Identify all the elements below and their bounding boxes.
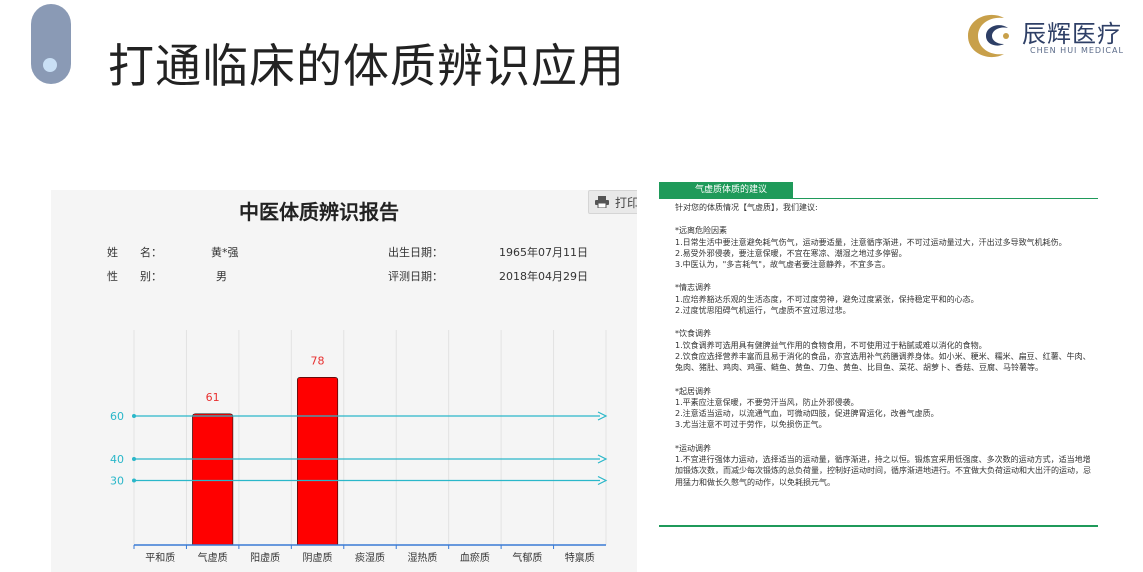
advice-spacer bbox=[675, 213, 1095, 225]
advice-paragraph: 1.平素应注意保暖，不要劳汗当风，防止外邪侵袭。 bbox=[675, 397, 859, 407]
advice-paragraph: 2.注意适当运动，以流通气血，可微动四肢，促进脾胃运化，改善气虚质。 bbox=[675, 409, 939, 419]
constitution-report-panel: 中医体质辨识报告 打印 姓 名： 黄*强 性 别： 男 出生日期： 1965年0… bbox=[51, 190, 637, 572]
advice-paragraph: *运动调养 bbox=[675, 443, 711, 453]
advice-paragraph: 2.易受外邪侵袭，要注意保暖，不宜在寒凉、潮湿之地过多停留。 bbox=[675, 248, 907, 258]
advice-body: 针对您的体质情况【气虚质】，我们建议: *远离危险因素 1.日常生活中要注意避免耗气… bbox=[675, 202, 1095, 488]
chart-reference-label: 40 bbox=[110, 453, 124, 466]
advice-paragraph: *饮食调养 bbox=[675, 329, 711, 339]
chart-reference-dot bbox=[132, 414, 136, 418]
advice-paragraph: *起居调养 bbox=[675, 386, 711, 396]
advice-bottom-bar bbox=[659, 525, 1098, 527]
constitution-bar-chart: 61 78 60 40 30 平和质 气虚质 阳虚质 阴虚质 痰湿质 湿热质 血瘀质 气郁质 特禀质 bbox=[110, 330, 608, 564]
chart-bar bbox=[192, 413, 234, 546]
advice-paragraph: 1.饮食调养可选用具有健脾益气作用的食物食用，不可使用过于粘腻或难以消化的食物。 bbox=[675, 340, 987, 350]
chart-x-tick-label: 气虚质 bbox=[198, 551, 228, 564]
advice-paragraph: *远离危险因素 bbox=[675, 226, 727, 236]
advice-spacer bbox=[675, 374, 1095, 386]
company-logo: 辰辉医疗 CHEN HUI MEDICAL bbox=[960, 8, 1140, 64]
advice-paragraph: 1.应培养豁达乐观的生活态度，不可过度劳神，避免过度紧张，保持稳定平和的心态。 bbox=[675, 294, 979, 304]
advice-spacer bbox=[675, 270, 1095, 282]
chart-bar bbox=[297, 377, 339, 546]
chart-x-tick-label: 平和质 bbox=[145, 552, 175, 564]
advice-paragraph: 1.日常生活中要注意避免耗气伤气，运动要适量，注意循序渐进，不可过运动量过大，汗… bbox=[675, 237, 1067, 247]
advice-tab-underline bbox=[659, 198, 1098, 199]
logo-brand-name: 辰辉医疗 bbox=[1022, 20, 1122, 48]
advice-paragraph: 针对您的体质情况【气虚质】，我们建议: bbox=[675, 203, 818, 212]
advice-paragraph: 1.不宜进行强体力运动，选择适当的运动量，循序渐进，持之以恒。锻炼宜采用低强度、… bbox=[675, 455, 1091, 487]
chart-x-tick-label: 特禀质 bbox=[565, 551, 595, 564]
advice-paragraph: *情志调养 bbox=[675, 283, 711, 293]
chart-x-tick-label: 阴虚质 bbox=[303, 552, 333, 564]
advice-spacer bbox=[675, 316, 1095, 328]
chart-bar-value-label: 78 bbox=[311, 354, 325, 367]
advice-spacer bbox=[675, 431, 1095, 443]
advice-paragraph: 3.尤当注意不可过于劳作，以免损伤正气。 bbox=[675, 420, 827, 430]
chart-reference-label: 30 bbox=[110, 475, 124, 488]
advice-paragraph: 2.饮食应选择营养丰富而且易于消化的食品，亦宜选用补气药膳调养身体。如小米、粳米… bbox=[675, 351, 1091, 373]
chart-x-tick-label: 痰湿质 bbox=[355, 551, 385, 564]
advice-paragraph: 2.过度忧思阻碍气机运行，气虚质不宜过思过悲。 bbox=[675, 306, 851, 316]
chart-x-tick-label: 气郁质 bbox=[512, 551, 542, 564]
logo-mark-icon bbox=[968, 14, 1009, 58]
chart-bar-value-label: 61 bbox=[206, 391, 220, 404]
advice-tab[interactable]: 气虚质体质的建议 bbox=[659, 182, 793, 198]
chart-reference-dot bbox=[132, 478, 136, 483]
slide-accent-dot bbox=[43, 58, 57, 72]
chart-x-tick-label: 血瘀质 bbox=[460, 551, 490, 564]
chart-reference-label: 60 bbox=[110, 410, 124, 423]
chart-x-tick-label: 湿热质 bbox=[407, 551, 437, 564]
chart-x-tick-label: 阳虚质 bbox=[250, 552, 280, 564]
advice-panel: 气虚质体质的建议 针对您的体质情况【气虚质】，我们建议: *远离危险因素 1.日常生… bbox=[659, 182, 1098, 527]
slide-title: 打通临床的体质辨识应用 bbox=[108, 39, 625, 93]
chart-reference-dot bbox=[132, 457, 136, 461]
slide-accent-pill bbox=[31, 4, 71, 84]
logo-brand-english: CHEN HUI MEDICAL bbox=[1030, 46, 1124, 55]
advice-paragraph: 3.中医认为，"多言耗气"，故气虚者要注意静养，不宜多言。 bbox=[675, 260, 890, 270]
